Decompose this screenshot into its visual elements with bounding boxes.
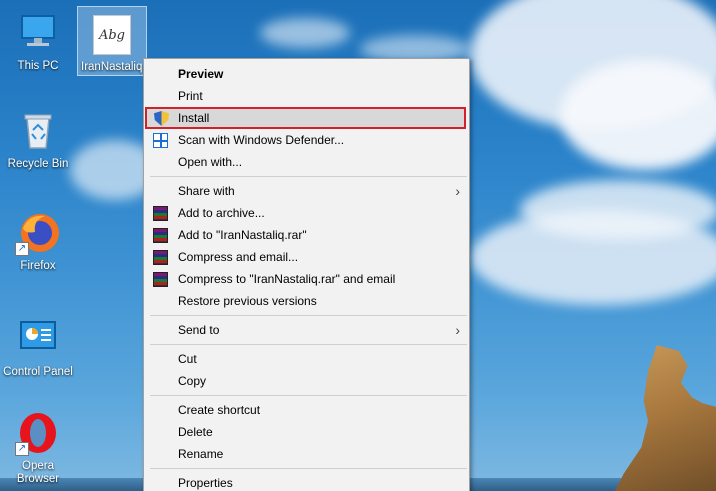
desktop-icon-label: Opera Browser — [16, 460, 60, 485]
menu-separator — [150, 468, 467, 469]
opera-icon: ↗ — [15, 410, 61, 456]
computer-icon — [15, 10, 61, 56]
submenu-arrow-icon: › — [455, 183, 460, 199]
menu-item-compress-rar-email[interactable]: Compress to "IranNastaliq.rar" and email — [144, 268, 469, 290]
desktop-icon-label: Firefox — [20, 260, 56, 272]
winrar-icon — [153, 250, 168, 265]
menu-separator — [150, 395, 467, 396]
menu-item-preview[interactable]: Preview — [144, 63, 469, 85]
context-menu: Preview Print Install Scan with Windows … — [143, 58, 470, 491]
wallpaper-rock — [615, 345, 716, 491]
winrar-icon — [153, 206, 168, 221]
desktop-icon-label: This PC — [17, 60, 59, 72]
menu-separator — [150, 315, 467, 316]
menu-item-add-to-rar[interactable]: Add to "IranNastaliq.rar" — [144, 224, 469, 246]
winrar-icon — [153, 272, 168, 287]
menu-item-rename[interactable]: Rename — [144, 443, 469, 465]
menu-item-delete[interactable]: Delete — [144, 421, 469, 443]
desktop-icon-recycle-bin[interactable]: Recycle Bin — [2, 108, 74, 171]
menu-item-properties[interactable]: Properties — [144, 472, 469, 491]
desktop-icon-control-panel[interactable]: Control Panel — [2, 316, 74, 379]
shortcut-arrow-icon: ↗ — [15, 242, 29, 256]
menu-separator — [150, 344, 467, 345]
winrar-icon — [153, 228, 168, 243]
desktop-icon-label: Control Panel — [3, 366, 73, 378]
menu-item-restore-versions[interactable]: Restore previous versions — [144, 290, 469, 312]
menu-item-scan-defender[interactable]: Scan with Windows Defender... — [144, 129, 469, 151]
control-panel-icon — [15, 316, 61, 362]
selected-font-file[interactable]: Abg IranNastaliq — [77, 6, 147, 76]
shortcut-arrow-icon: ↗ — [15, 442, 29, 456]
desktop-icon-label: Recycle Bin — [7, 158, 69, 170]
desktop-icon-opera[interactable]: ↗ Opera Browser — [2, 410, 74, 486]
recycle-bin-icon — [15, 108, 61, 154]
submenu-arrow-icon: › — [455, 322, 460, 338]
menu-item-share-with[interactable]: Share with › — [144, 180, 469, 202]
menu-item-send-to[interactable]: Send to › — [144, 319, 469, 341]
font-file-label: IranNastaliq — [81, 61, 143, 73]
wallpaper-cloud — [560, 60, 716, 170]
desktop-icon-this-pc[interactable]: This PC — [2, 10, 74, 73]
menu-item-create-shortcut[interactable]: Create shortcut — [144, 399, 469, 421]
wallpaper-cloud — [260, 18, 350, 48]
menu-separator — [150, 176, 467, 177]
menu-item-cut[interactable]: Cut — [144, 348, 469, 370]
windows-defender-icon — [153, 133, 168, 148]
desktop-icon-firefox[interactable]: ↗ Firefox — [2, 210, 74, 273]
menu-item-install[interactable]: Install — [145, 107, 466, 129]
font-file-icon: Abg — [93, 15, 131, 55]
firefox-icon: ↗ — [15, 210, 61, 256]
menu-item-print[interactable]: Print — [144, 85, 469, 107]
menu-item-add-to-archive[interactable]: Add to archive... — [144, 202, 469, 224]
wallpaper-cloud — [520, 180, 716, 240]
menu-item-open-with[interactable]: Open with... — [144, 151, 469, 173]
uac-shield-icon — [154, 111, 169, 126]
menu-item-copy[interactable]: Copy — [144, 370, 469, 392]
menu-item-compress-email[interactable]: Compress and email... — [144, 246, 469, 268]
